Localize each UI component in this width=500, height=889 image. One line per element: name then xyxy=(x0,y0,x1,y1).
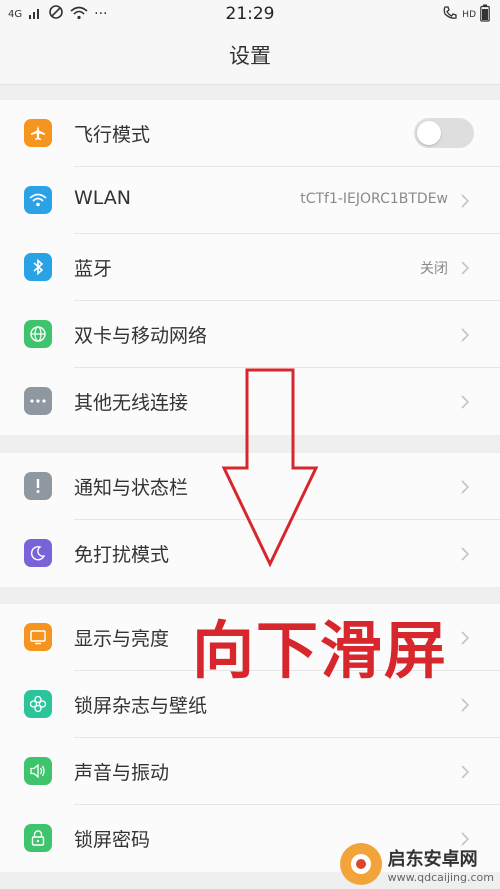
chevron-right-icon xyxy=(461,547,470,561)
settings-item-label: 锁屏密码 xyxy=(74,829,151,851)
airplane-mode-toggle[interactable] xyxy=(414,118,474,148)
monitor-icon xyxy=(24,623,52,651)
call-icon xyxy=(442,5,458,25)
watermark-url: www.qdcaijing.com xyxy=(387,870,494,884)
settings-item-sound[interactable]: 声音与振动 xyxy=(0,738,500,805)
chevron-right-icon xyxy=(461,395,470,409)
bluetooth-status: 关闭 xyxy=(420,261,448,277)
page-title: 设置 xyxy=(229,44,271,68)
battery-icon xyxy=(480,4,490,26)
hd-badge: HD xyxy=(462,10,476,20)
globe-icon xyxy=(24,320,52,348)
settings-item-label: 免打扰模式 xyxy=(74,544,170,566)
lock-icon xyxy=(24,824,52,852)
chevron-right-icon xyxy=(461,194,470,208)
settings-item-label: WLAN xyxy=(74,187,132,209)
down-arrow-annotation xyxy=(221,368,319,568)
watermark-logo-icon xyxy=(339,843,382,885)
chevron-right-icon xyxy=(461,261,470,275)
status-bar: 4G ··· 21:29 HD xyxy=(0,0,500,30)
settings-item-wlan[interactable]: WLAN tCTf1-IEJORC1BTDEw xyxy=(0,167,500,234)
settings-item-label: 双卡与移动网络 xyxy=(74,325,208,347)
wlan-network-name: tCTf1-IEJORC1BTDEw xyxy=(300,191,448,207)
chevron-right-icon xyxy=(461,698,470,712)
settings-item-label: 飞行模式 xyxy=(74,124,151,146)
chevron-right-icon xyxy=(461,765,470,779)
bluetooth-icon xyxy=(24,253,52,281)
more-dots-icon xyxy=(24,387,52,415)
settings-item-label: 显示与亮度 xyxy=(74,628,170,650)
swipe-down-instruction: 向下滑屏 xyxy=(192,614,449,687)
settings-item-label: 其他无线连接 xyxy=(74,392,189,414)
status-right: HD xyxy=(442,4,490,26)
settings-item-label: 通知与状态栏 xyxy=(74,477,189,499)
watermark: 启东安卓网 www.qdcaijing.com xyxy=(339,843,494,885)
airplane-icon xyxy=(24,119,52,147)
flower-icon xyxy=(24,690,52,718)
watermark-title: 启东安卓网 xyxy=(387,848,478,870)
status-time: 21:29 xyxy=(225,4,275,24)
settings-item-dual-sim[interactable]: 双卡与移动网络 xyxy=(0,301,500,368)
chevron-right-icon xyxy=(461,631,470,645)
chevron-right-icon xyxy=(461,480,470,494)
settings-item-airplane-mode[interactable]: 飞行模式 xyxy=(0,100,500,167)
wifi-icon xyxy=(24,186,52,214)
settings-item-label: 锁屏杂志与壁纸 xyxy=(74,695,208,717)
settings-item-label: 蓝牙 xyxy=(74,258,113,280)
speaker-icon xyxy=(24,757,52,785)
settings-item-bluetooth[interactable]: 蓝牙 关闭 xyxy=(0,234,500,301)
settings-item-label: 声音与振动 xyxy=(74,762,170,784)
moon-icon xyxy=(24,539,52,567)
chevron-right-icon xyxy=(461,328,470,342)
title-bar: 设置 xyxy=(0,30,500,85)
exclamation-icon xyxy=(24,472,52,500)
watermark-text: 启东安卓网 www.qdcaijing.com xyxy=(388,845,494,884)
toggle-knob xyxy=(417,121,441,145)
